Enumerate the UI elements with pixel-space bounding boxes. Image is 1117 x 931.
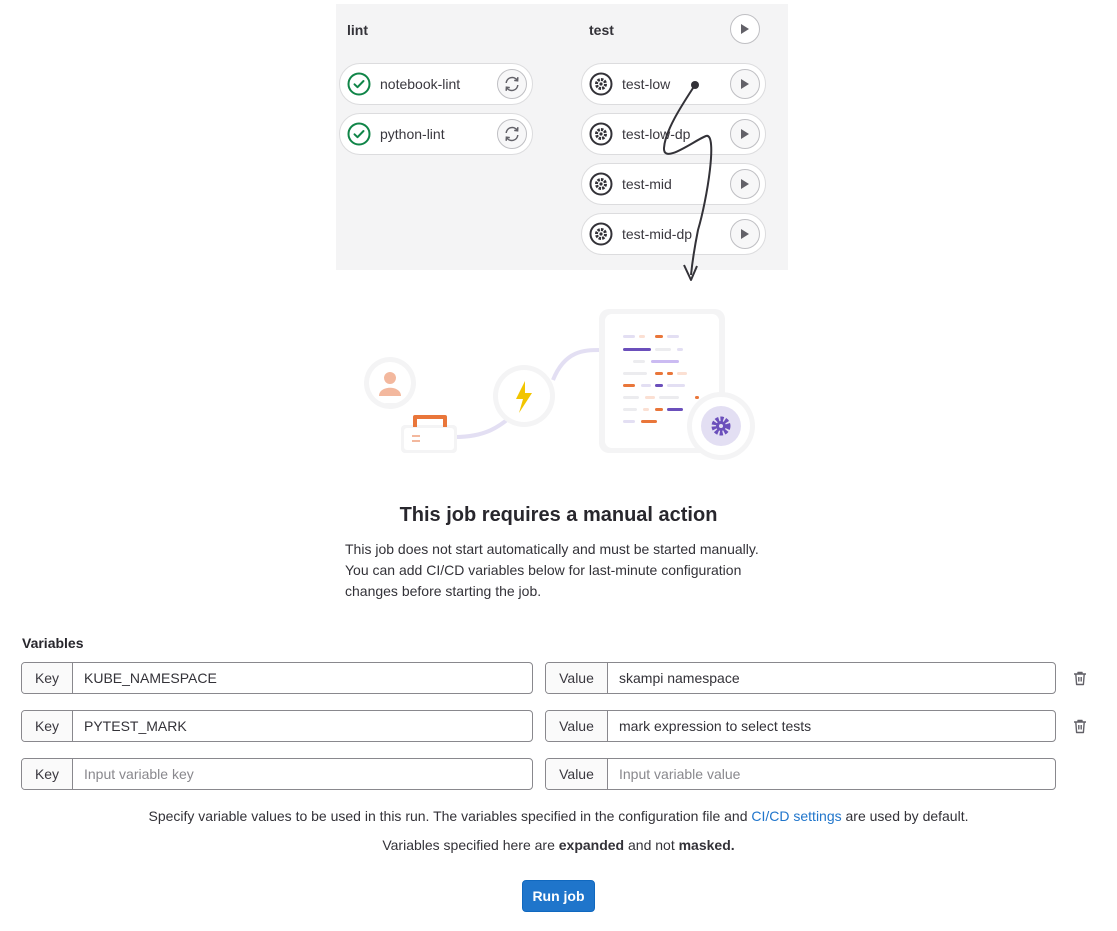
play-button[interactable]	[730, 219, 760, 249]
stage-title-test: test	[589, 22, 614, 38]
new-variable-value-input[interactable]	[608, 759, 1055, 789]
retry-button[interactable]	[497, 119, 527, 149]
variable-key-group: Key	[21, 710, 533, 742]
variable-value-input[interactable]	[608, 711, 1055, 741]
variable-key-input[interactable]	[73, 711, 532, 741]
remove-variable-button[interactable]	[1071, 669, 1089, 687]
play-button[interactable]	[730, 119, 760, 149]
value-addon: Value	[546, 711, 608, 741]
stage-title-lint: lint	[347, 22, 368, 38]
variables-help-text: Specify variable values to be used in th…	[148, 808, 969, 824]
status-manual-icon	[589, 72, 613, 96]
variable-value-group: Value	[545, 710, 1056, 742]
variables-expansion-note: Variables specified here are expanded an…	[382, 837, 735, 853]
play-icon	[741, 24, 749, 34]
variable-key-group: Key	[21, 662, 533, 694]
manual-action-illustration	[364, 309, 755, 460]
empty-state-description: This job does not start automatically an…	[345, 541, 759, 599]
key-addon: Key	[22, 663, 73, 693]
ci-cd-settings-link[interactable]: CI/CD settings	[751, 808, 841, 824]
stage-play-all-button[interactable]	[730, 14, 760, 44]
job-label: python-lint	[380, 126, 445, 142]
play-icon	[741, 129, 749, 139]
key-addon: Key	[22, 759, 73, 789]
value-addon: Value	[546, 759, 608, 789]
variable-value-input[interactable]	[608, 663, 1055, 693]
job-python-lint[interactable]: python-lint	[339, 113, 533, 155]
play-icon	[741, 79, 749, 89]
job-label: notebook-lint	[380, 76, 461, 92]
variable-value-group: Value	[545, 662, 1056, 694]
trash-icon	[1074, 719, 1086, 734]
retry-button[interactable]	[497, 69, 527, 99]
status-manual-icon	[589, 172, 613, 196]
play-button[interactable]	[730, 69, 760, 99]
new-variable-key-input[interactable]	[73, 759, 532, 789]
empty-state-title: This job requires a manual action	[399, 504, 718, 526]
status-manual-icon	[589, 122, 613, 146]
key-addon: Key	[22, 711, 73, 741]
value-addon: Value	[546, 663, 608, 693]
retry-icon	[505, 126, 519, 142]
variables-label: Variables	[22, 635, 84, 651]
variable-key-input[interactable]	[73, 663, 532, 693]
new-variable-value-group: Value	[545, 758, 1056, 790]
retry-icon	[505, 76, 519, 92]
status-success-icon	[347, 122, 371, 146]
status-manual-icon	[589, 222, 613, 246]
new-variable-key-group: Key	[21, 758, 533, 790]
play-icon	[741, 229, 749, 239]
run-job-button[interactable]: Run job	[522, 880, 595, 912]
play-button[interactable]	[730, 169, 760, 199]
trash-icon	[1074, 671, 1086, 686]
play-icon	[741, 179, 749, 189]
status-success-icon	[347, 72, 371, 96]
remove-variable-button[interactable]	[1071, 717, 1089, 735]
job-notebook-lint[interactable]: notebook-lint	[339, 63, 533, 105]
annotation-arrow	[662, 81, 713, 281]
